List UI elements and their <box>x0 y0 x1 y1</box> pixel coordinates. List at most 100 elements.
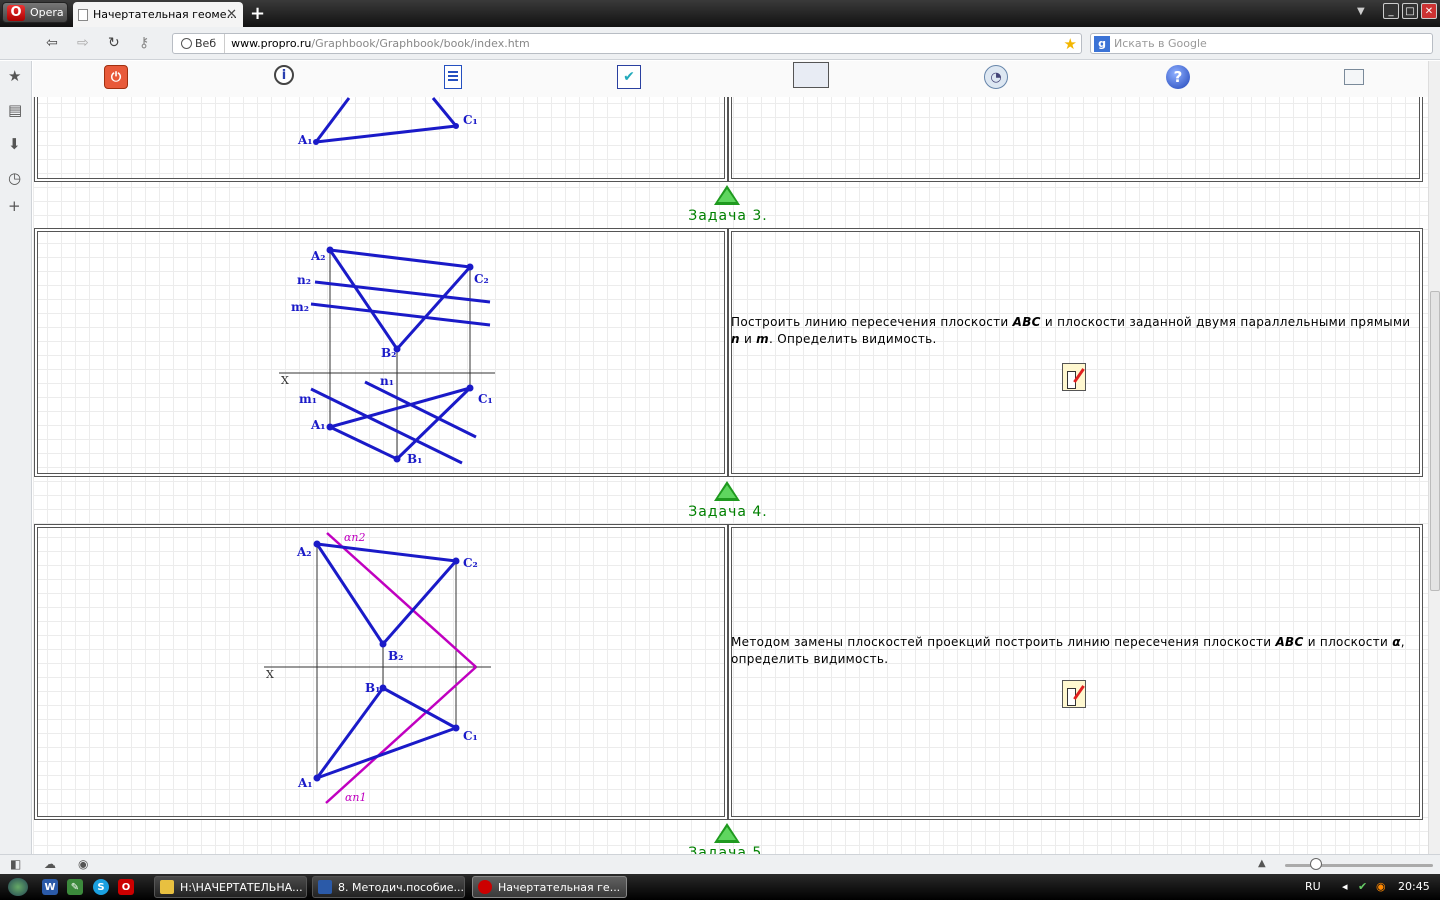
globe-icon <box>181 38 192 49</box>
opera-quicklaunch-icon[interactable]: O <box>118 879 134 895</box>
edit-notepad-icon[interactable] <box>1062 680 1086 708</box>
new-tab-button[interactable]: + <box>250 3 265 24</box>
label-x: X <box>266 668 274 681</box>
unite-cloud-icon[interactable]: ☁ <box>44 857 56 871</box>
point-c1 <box>453 123 459 129</box>
opera-logo-icon: O <box>7 4 25 21</box>
document-icon[interactable] <box>444 65 462 89</box>
label-a2: A₂ <box>296 545 312 559</box>
label-a1: A₁ <box>297 776 313 790</box>
timer-icon[interactable]: ◔ <box>984 65 1008 89</box>
word-quicklaunch-icon[interactable]: W <box>42 879 58 895</box>
zoom-slider[interactable] <box>1285 864 1433 867</box>
point-a2 <box>326 246 334 254</box>
tray-expand-icon[interactable]: ◂ <box>1342 880 1348 893</box>
task-title: Задача 5. <box>688 845 768 854</box>
taskbar-item-word[interactable]: 8. Методич.пособие... <box>312 876 465 898</box>
drawing-panel-task3: A₂ C₂ n₂ m₂ B₂ n₁ m₁ C₁ A₁ B₁ X <box>34 228 728 477</box>
google-icon[interactable]: g <box>1094 35 1110 52</box>
line-m2 <box>310 302 491 327</box>
bookmarks-icon[interactable]: ★ <box>8 67 21 85</box>
label-a2: A₂ <box>310 249 326 263</box>
point-c1 <box>452 724 460 732</box>
label-x: X <box>281 374 289 387</box>
description-panel-task3: Построить линию пересечения плоскости AB… <box>728 228 1423 477</box>
forward-icon[interactable]: ⇨ <box>77 35 89 51</box>
web-badge[interactable]: Веб <box>173 34 226 53</box>
zoom-slider-thumb[interactable] <box>1310 858 1322 870</box>
turbo-icon[interactable]: ◉ <box>78 857 88 871</box>
task3-drawing: A₂ C₂ n₂ m₂ B₂ n₁ m₁ C₁ A₁ B₁ X <box>279 246 495 466</box>
language-indicator[interactable]: RU <box>1305 880 1321 893</box>
page-content: A₁ C₁ Задача 3. A₂ C₂ n₂ m₂ B₂ n₁ m₁ C₁ … <box>33 61 1428 854</box>
line-a1-top <box>314 97 351 143</box>
line-a2-b2 <box>328 249 399 350</box>
scrollbar-thumb[interactable] <box>1430 291 1440 591</box>
downloads-icon[interactable]: ⬇ <box>8 135 21 153</box>
task4-description: Методом замены плоскостей проекций постр… <box>731 635 1405 666</box>
search-placeholder: Искать в Google <box>1114 37 1207 50</box>
page-icon <box>78 8 88 21</box>
book-icon[interactable] <box>1344 69 1364 85</box>
edit-notepad-icon[interactable] <box>1062 363 1086 391</box>
tab-menu-chevron-icon[interactable]: ▼ <box>1357 6 1365 17</box>
notes-icon[interactable]: ▤ <box>8 101 22 119</box>
start-button[interactable] <box>8 878 28 896</box>
history-icon[interactable]: ◷ <box>8 169 21 187</box>
scroll-up-arrow-icon[interactable] <box>714 823 740 843</box>
view-toggle-icon[interactable]: ▲ <box>1258 858 1266 869</box>
label-b2: B₂ <box>388 649 403 663</box>
minimize-button[interactable]: _ <box>1383 3 1399 19</box>
label-m2: m₂ <box>291 300 309 314</box>
line-c2-b2 <box>395 266 472 350</box>
bookmark-star-icon[interactable]: ★ <box>1064 35 1077 53</box>
line-a1-c1 <box>316 726 457 780</box>
point-a1 <box>313 774 321 782</box>
back-icon[interactable]: ⇦ <box>46 35 58 51</box>
book-toolbar: ⏻ i ✔ ◔ ? <box>33 61 1428 97</box>
info-icon[interactable]: i <box>274 65 294 85</box>
help-icon[interactable]: ? <box>1166 65 1190 89</box>
side-panel: ★ ▤ ⬇ ◷ + <box>0 61 32 854</box>
close-window-button[interactable]: ✕ <box>1421 3 1437 19</box>
scroll-up-arrow-icon[interactable] <box>714 185 740 205</box>
notes-quicklaunch-icon[interactable]: ✎ <box>67 879 83 895</box>
taskbar-item-opera[interactable]: Начертательная ге... <box>472 876 627 898</box>
label-b2: B₂ <box>381 346 396 360</box>
address-bar[interactable]: Веб www.propro.ru/Graphbook/Graphbook/bo… <box>172 33 1082 54</box>
skype-quicklaunch-icon[interactable]: S <box>93 879 109 895</box>
reload-icon[interactable]: ↻ <box>108 35 120 51</box>
point-a2 <box>313 540 321 548</box>
checklist-icon[interactable]: ✔ <box>617 65 641 89</box>
point-b1 <box>379 684 387 692</box>
line-a1-b1 <box>329 425 398 461</box>
opera-icon <box>478 880 492 894</box>
task2-drawing: A₁ C₁ <box>297 97 478 147</box>
label-n2: n₂ <box>297 273 311 287</box>
drawing-icon[interactable] <box>793 62 829 88</box>
drawing-panel-task4: A₂ C₂ B₂ B₁ C₁ A₁ αп2 αп1 X <box>34 524 728 820</box>
folder-icon <box>160 880 174 894</box>
line-a1-c1 <box>315 124 457 144</box>
network-icon[interactable]: ✔ <box>1358 880 1367 893</box>
label-c2: C₂ <box>463 556 478 570</box>
scroll-up-arrow-icon[interactable] <box>714 481 740 501</box>
close-tab-icon[interactable]: ✕ <box>226 7 237 22</box>
opera-menu-button[interactable]: O Opera <box>2 2 68 23</box>
exit-icon[interactable]: ⏻ <box>104 65 128 89</box>
vertical-scrollbar[interactable] <box>1428 61 1440 854</box>
os-taskbar: W ✎ S O H:\НАЧЕРТАТЕЛЬНА... 8. Методич.п… <box>0 874 1440 900</box>
maximize-button[interactable]: □ <box>1402 3 1418 19</box>
navigation-bar: ⇦ ⇨ ↻ ⚷ Веб www.propro.ru/Graphbook/Grap… <box>0 27 1440 60</box>
label-m1: m₁ <box>299 392 317 406</box>
taskbar-item-folder[interactable]: H:\НАЧЕРТАТЕЛЬНА... <box>154 876 307 898</box>
add-panel-icon[interactable]: + <box>8 197 21 215</box>
search-field[interactable]: g Искать в Google <box>1090 33 1433 54</box>
tab-active[interactable]: Начертательная геоме... ✕ <box>73 2 243 27</box>
key-icon[interactable]: ⚷ <box>139 35 149 51</box>
panel-toggle-icon[interactable]: ◧ <box>10 857 21 871</box>
url-text[interactable]: www.propro.ru/Graphbook/Graphbook/book/i… <box>225 37 530 50</box>
status-bar: ◧ ☁ ◉ ▲ <box>0 854 1440 874</box>
point-c2 <box>466 263 474 271</box>
update-icon[interactable]: ◉ <box>1376 880 1386 893</box>
